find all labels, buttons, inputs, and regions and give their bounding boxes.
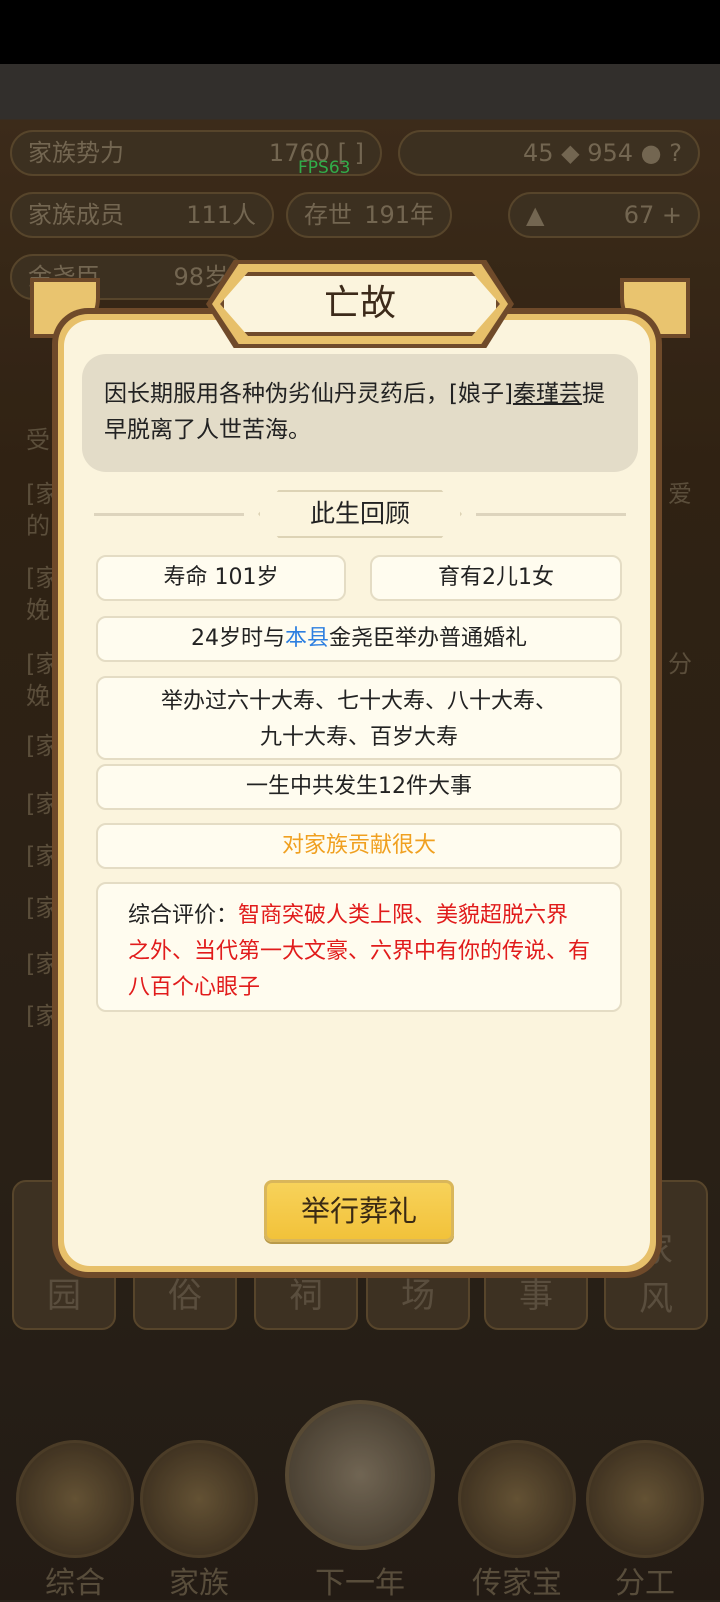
lifespan-box: 寿命 101岁 — [96, 555, 346, 601]
events-box: 一生中共发生12件大事 — [96, 764, 622, 810]
cause-prefix: 因长期服用各种伪劣仙丹灵药后，[娘子] — [104, 381, 513, 407]
contribution-box: 对家族贡献很大 — [96, 823, 622, 869]
hold-funeral-button[interactable]: 举行葬礼 — [264, 1180, 454, 1242]
deceased-name-link[interactable]: 秦瑾芸 — [513, 381, 582, 407]
marriage-place-link[interactable]: 本县 — [285, 626, 329, 651]
birthdays-box: 举办过六十大寿、七十大寿、八十大寿、 九十大寿、百岁大寿 — [96, 676, 622, 760]
death-cause-text: 因长期服用各种伪劣仙丹灵药后，[娘子]秦瑾芸提早脱离了人世苦海。 — [82, 354, 638, 472]
life-review-title: 此生回顾 — [258, 490, 462, 538]
dialog-title: 亡故 — [323, 283, 396, 324]
divider-left — [94, 513, 244, 516]
marriage-box: 24岁时与本县金尧臣举办普通婚礼 — [96, 616, 622, 662]
life-review-header: 此生回顾 — [94, 490, 626, 538]
divider-right — [476, 513, 626, 516]
birthdays-line-2: 九十大寿、百岁大寿 — [259, 725, 458, 750]
evaluation-label: 综合评价： — [128, 903, 239, 928]
status-bar — [0, 0, 720, 64]
children-box: 育有2儿1女 — [370, 555, 622, 601]
marriage-prefix: 24岁时与 — [190, 626, 285, 651]
birthdays-line-1: 举办过六十大寿、七十大寿、八十大寿、 — [160, 689, 557, 714]
marriage-suffix: 金尧臣举办普通婚礼 — [329, 626, 528, 651]
overall-evaluation-box: 综合评价：智商突破人类上限、美貌超脱六界之外、当代第一大文豪、六界中有你的传说、… — [96, 882, 622, 1012]
